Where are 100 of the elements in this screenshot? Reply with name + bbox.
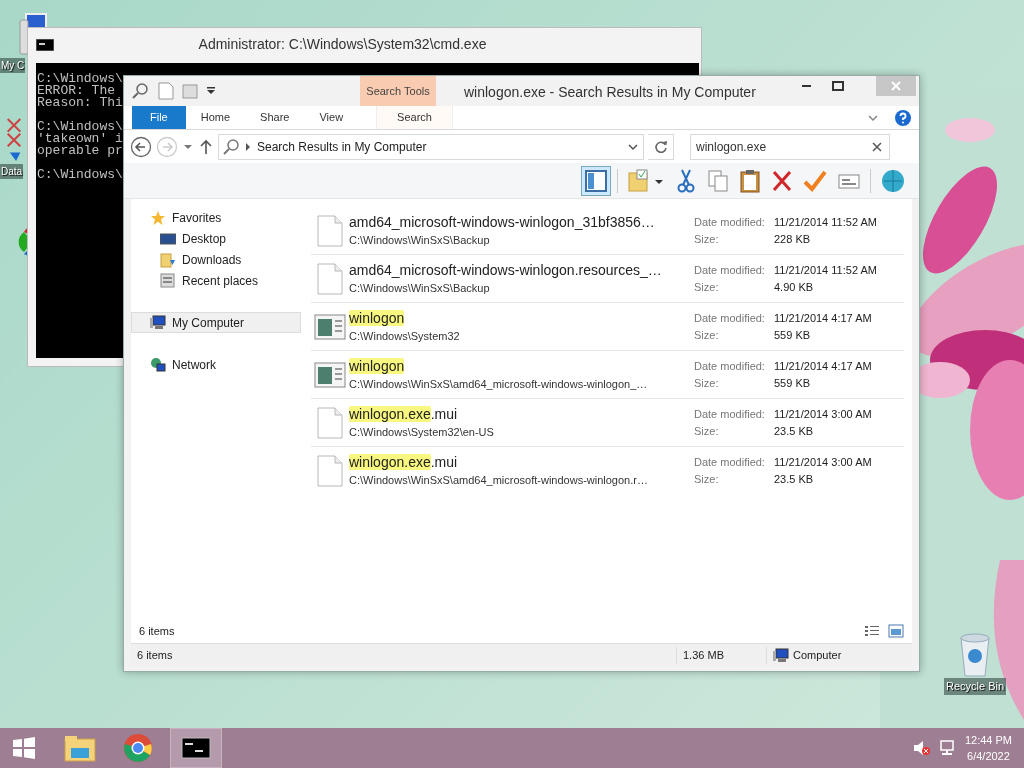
nav-item[interactable]: My Computer <box>131 312 301 333</box>
size-label: Size: <box>694 375 720 391</box>
recycle-bin-icon <box>957 632 993 678</box>
ribbon-tab[interactable]: File <box>132 106 186 129</box>
refresh-icon <box>653 139 668 154</box>
size-label: Size: <box>694 327 720 343</box>
checkmark-icon <box>803 168 827 193</box>
folder-check-icon <box>627 168 665 193</box>
application-window-icon <box>314 313 346 340</box>
ribbon-tab[interactable]: Share <box>245 106 305 129</box>
folder-icon <box>63 734 97 762</box>
address-text: Search Results in My Computer <box>257 138 428 156</box>
file-path: C:\Windows\WinSxS\amd64_microsoft-windows-winlogon.r… <box>349 473 649 489</box>
network-icon <box>150 356 166 373</box>
search-icon[interactable] <box>132 82 150 100</box>
date-label: Date modified: <box>694 310 766 326</box>
item-count: 6 items <box>139 623 175 639</box>
ribbon-tab[interactable]: View <box>304 106 359 129</box>
customize-caret-icon[interactable] <box>206 86 216 96</box>
document-icon <box>317 406 343 439</box>
console-line: ERROR: The <box>37 83 115 98</box>
context-tab-group: Search Tools <box>360 76 436 106</box>
chrome-icon <box>123 733 153 763</box>
clock-time: 12:44 PM <box>964 733 1012 748</box>
toolbar-button[interactable] <box>581 165 611 196</box>
console-line: C:\Windows\ <box>37 119 123 134</box>
status-text: 6 items <box>136 648 174 664</box>
nav-item[interactable]: Network <box>131 354 301 375</box>
clear-search-icon[interactable] <box>872 141 882 152</box>
ribbon-tab[interactable]: Home <box>185 106 246 129</box>
date-label: Date modified: <box>694 262 766 278</box>
nav-item[interactable]: Favorites <box>131 207 301 228</box>
star-icon <box>150 209 166 226</box>
help-icon[interactable] <box>895 109 911 126</box>
address-bar[interactable]: Search Results in My Computer <box>218 133 644 160</box>
downloads-folder-icon <box>160 251 176 268</box>
size-label: Size: <box>694 472 720 487</box>
size-value: 23.5 KB <box>774 424 814 437</box>
console-line: C:\Windows\ <box>37 71 123 86</box>
ribbon-tab[interactable]: Search <box>376 106 453 129</box>
date-label: Date modified: <box>694 455 766 470</box>
console-line: Reason: Thi <box>37 95 123 110</box>
document-icon <box>317 214 343 247</box>
computer-icon <box>150 314 166 331</box>
document-icon <box>317 455 343 487</box>
globe-icon <box>880 167 906 194</box>
application-window-icon <box>314 361 346 388</box>
file-path: C:\Windows\WinSxS\Backup <box>349 280 491 296</box>
back-icon[interactable] <box>130 135 152 158</box>
date-value: 11/21/2014 3:00 AM <box>774 456 872 468</box>
network-icon[interactable] <box>938 740 957 756</box>
status-text: Computer <box>793 648 842 664</box>
size-value: 4.90 KB <box>774 280 814 293</box>
clock-date: 6/4/2022 <box>966 749 1011 764</box>
breadcrumb-chevron-icon <box>244 141 252 152</box>
minimize-icon <box>801 85 811 87</box>
large-icons-view-icon[interactable] <box>888 624 904 638</box>
date-value: 11/21/2014 11:52 AM <box>774 215 877 228</box>
size-value: 23.5 KB <box>774 473 814 485</box>
size-label: Size: <box>694 279 720 295</box>
computer-icon <box>773 647 789 664</box>
muted-speaker-icon[interactable] <box>912 740 931 756</box>
document-icon <box>317 262 343 295</box>
date-value: 11/21/2014 4:17 AM <box>774 359 872 372</box>
window-title: winlogon.exe - Search Results in My Computer <box>464 83 756 102</box>
nav-item[interactable]: Desktop <box>131 228 301 249</box>
taskbar-button[interactable] <box>170 728 222 768</box>
file-name[interactable]: amd64_microsoft-windows-winlogon_31bf3856… <box>349 212 655 231</box>
size-value: 228 KB <box>774 232 811 245</box>
size-label: Size: <box>694 423 720 439</box>
window-title: Administrator: C:\Windows\System32\cmd.exe <box>197 35 488 54</box>
desktop-icon <box>160 230 176 247</box>
details-view-icon[interactable] <box>864 624 880 638</box>
size-value: 559 KB <box>774 328 811 341</box>
nav-item[interactable]: Recent places <box>131 270 301 291</box>
search-icon <box>223 137 239 156</box>
search-field[interactable]: winlogon.exe <box>690 133 890 160</box>
windows-logo-icon <box>12 736 36 760</box>
maximize-icon <box>832 81 844 91</box>
size-value: 559 KB <box>774 376 811 389</box>
console-icon <box>181 737 211 759</box>
file-name[interactable]: amd64_microsoft-windows-winlogon.resources_… <box>349 260 662 279</box>
date-value: 11/21/2014 3:00 AM <box>774 407 872 420</box>
date-value: 11/21/2014 11:52 AM <box>774 263 877 276</box>
file-path: C:\Windows\WinSxS\amd64_microsoft-windows-winlogon_… <box>349 376 649 392</box>
file-name[interactable]: winlogon <box>349 308 405 327</box>
status-text: 1.36 MB <box>676 647 766 664</box>
console-line: 'takeown' i <box>37 131 123 146</box>
icon-label: My C <box>0 58 26 73</box>
console-icon <box>36 39 54 52</box>
date-value: 11/21/2014 4:17 AM <box>774 311 872 324</box>
date-label: Date modified: <box>694 214 766 230</box>
console-line: C:\Windows\ <box>37 167 123 182</box>
nav-item[interactable]: Downloads <box>131 249 301 270</box>
copy-icon <box>707 168 729 193</box>
file-path: C:\Windows\System32 <box>349 328 461 344</box>
refresh-button[interactable] <box>648 133 674 160</box>
up-icon[interactable] <box>198 137 214 156</box>
file-name[interactable]: winlogon <box>349 356 405 375</box>
close-icon <box>890 80 902 92</box>
